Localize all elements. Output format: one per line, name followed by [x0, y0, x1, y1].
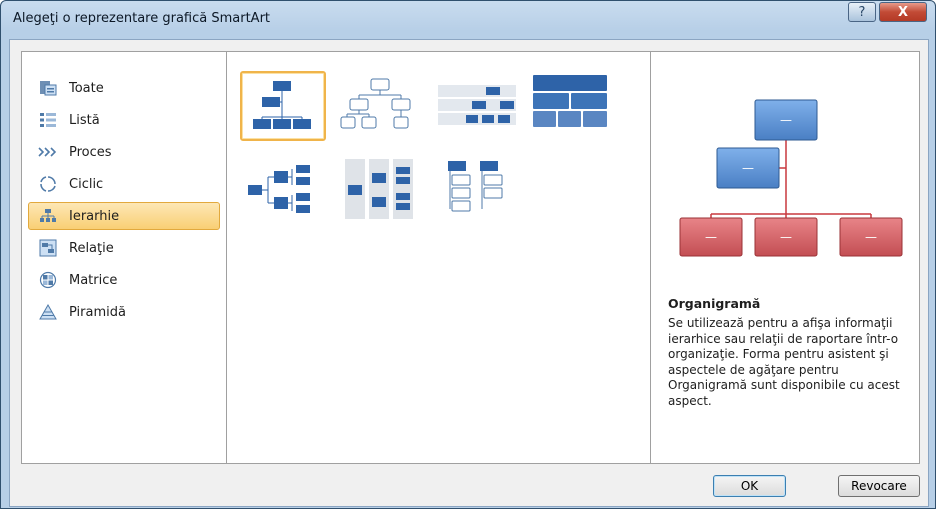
category-relatie[interactable]: Relaţie — [28, 234, 220, 262]
layout-gallery — [226, 51, 651, 464]
category-matrice[interactable]: Matrice — [28, 266, 220, 294]
relationship-icon — [38, 239, 58, 257]
preview-top-label: — — [780, 113, 792, 127]
preview-child-label-1: — — [705, 230, 717, 244]
category-label: Piramidă — [69, 304, 126, 320]
preview-child-label-3: — — [865, 230, 877, 244]
preview-pane: — — — — — Organigramă Se utilizează pent… — [650, 51, 920, 464]
cancel-button[interactable]: Revocare — [838, 475, 920, 497]
layout-table-hierarchy[interactable] — [529, 71, 615, 141]
help-icon: ? — [858, 4, 866, 20]
layout-horizontal-labeled-hierarchy[interactable] — [337, 153, 423, 223]
category-label: Ciclic — [69, 176, 104, 192]
title-bar[interactable]: Alegeţi o reprezentare grafică SmartArt … — [1, 1, 935, 37]
category-label: Relaţie — [69, 240, 114, 256]
close-button[interactable]: X — [879, 2, 927, 22]
category-toate[interactable]: Toate — [28, 74, 220, 102]
horizontal-hierarchy-thumbnail — [248, 165, 310, 213]
hierarchy-thumbnail — [340, 78, 411, 129]
list-icon — [38, 111, 58, 129]
category-list: Toate Listă Proces Ciclic Ierarhie Relaţ… — [21, 51, 227, 464]
category-piramida[interactable]: Piramidă — [28, 298, 220, 326]
all-icon — [38, 79, 58, 97]
category-label: Ierarhie — [69, 208, 120, 224]
layout-organization-chart[interactable] — [240, 71, 326, 141]
category-label: Proces — [69, 144, 112, 160]
horizontal-labeled-hierarchy-thumbnail — [345, 159, 413, 219]
help-button[interactable]: ? — [848, 2, 876, 22]
dialog-title: Alegeţi o reprezentare grafică SmartArt — [13, 11, 271, 26]
layout-hierarchy[interactable] — [337, 71, 423, 141]
category-label: Toate — [69, 80, 104, 96]
category-label: Listă — [69, 112, 100, 128]
layout-name: Organigramă — [668, 296, 761, 311]
hierarchy-icon — [38, 207, 58, 225]
labeled-hierarchy-thumbnail — [438, 85, 516, 125]
cycle-icon — [38, 175, 58, 193]
ok-button[interactable]: OK — [713, 475, 786, 497]
pyramid-icon — [38, 303, 58, 321]
hierarchy-list-thumbnail — [448, 161, 503, 212]
dialog-body: Toate Listă Proces Ciclic Ierarhie Relaţ… — [9, 39, 929, 507]
category-ierarhie[interactable]: Ierarhie — [28, 202, 220, 230]
preview-assistant-label: — — [742, 161, 754, 175]
category-lista[interactable]: Listă — [28, 106, 220, 134]
org-chart-thumbnail — [253, 81, 311, 129]
smartart-dialog: Alegeţi o reprezentare grafică SmartArt … — [0, 0, 936, 509]
category-label: Matrice — [69, 272, 118, 288]
category-ciclic[interactable]: Ciclic — [28, 170, 220, 198]
table-hierarchy-thumbnail — [533, 75, 607, 127]
layout-hierarchy-list[interactable] — [434, 153, 520, 223]
category-proces[interactable]: Proces — [28, 138, 220, 166]
layout-labeled-hierarchy[interactable] — [434, 71, 520, 141]
process-icon — [38, 143, 58, 161]
preview-child-label-2: — — [780, 230, 792, 244]
matrix-icon — [38, 271, 58, 289]
org-chart-preview: — — — — — — [679, 99, 903, 257]
close-icon: X — [897, 4, 909, 20]
layout-horizontal-hierarchy[interactable] — [240, 153, 326, 223]
layout-description: Se utilizează pentru a afişa informaţii … — [668, 316, 900, 408]
